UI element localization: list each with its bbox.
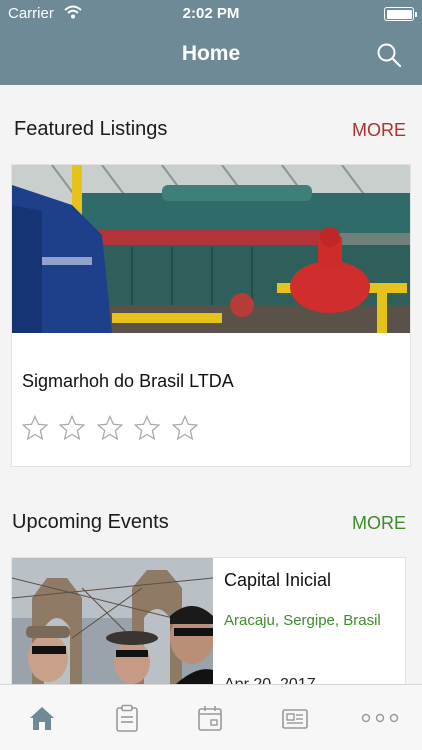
star-icon (59, 415, 86, 441)
home-icon[interactable] (27, 703, 57, 733)
event-location: Aracaju, Sergipe, Brasil (224, 612, 381, 629)
listing-photo (12, 165, 410, 333)
featured-more-link[interactable]: MORE (352, 120, 406, 141)
star-icon (96, 415, 123, 441)
clipboard-icon[interactable] (112, 703, 142, 733)
more-dots-icon[interactable] (360, 703, 400, 733)
clock: 2:02 PM (182, 5, 240, 22)
search-icon[interactable] (376, 42, 402, 68)
event-title: Capital Inicial (224, 570, 332, 590)
listing-name: Sigmarhoh do Brasil LTDA (22, 371, 234, 391)
events-more-link[interactable]: MORE (352, 513, 406, 534)
rating-stars (22, 415, 205, 445)
navigation-header: Carrier 2:02 PM Home (0, 0, 422, 85)
battery-icon (384, 7, 417, 21)
events-heading: Upcoming Events (12, 511, 169, 533)
event-photo (12, 558, 213, 696)
tab-bar (0, 684, 422, 750)
star-icon (134, 415, 161, 441)
featured-section-header: Featured Listings MORE (0, 118, 422, 148)
newspaper-icon[interactable] (280, 703, 310, 733)
status-bar: Carrier 2:02 PM (0, 0, 422, 28)
event-card[interactable]: Capital Inicial Aracaju, Sergipe, Brasil… (11, 557, 406, 697)
page-title: Home (181, 42, 241, 65)
featured-listing-card[interactable]: Sigmarhoh do Brasil LTDA (11, 164, 411, 467)
star-icon (22, 415, 48, 441)
star-icon (171, 415, 198, 441)
events-section-header: Upcoming Events MORE (0, 511, 422, 541)
calendar-icon[interactable] (195, 703, 225, 733)
featured-heading: Featured Listings (14, 118, 168, 140)
